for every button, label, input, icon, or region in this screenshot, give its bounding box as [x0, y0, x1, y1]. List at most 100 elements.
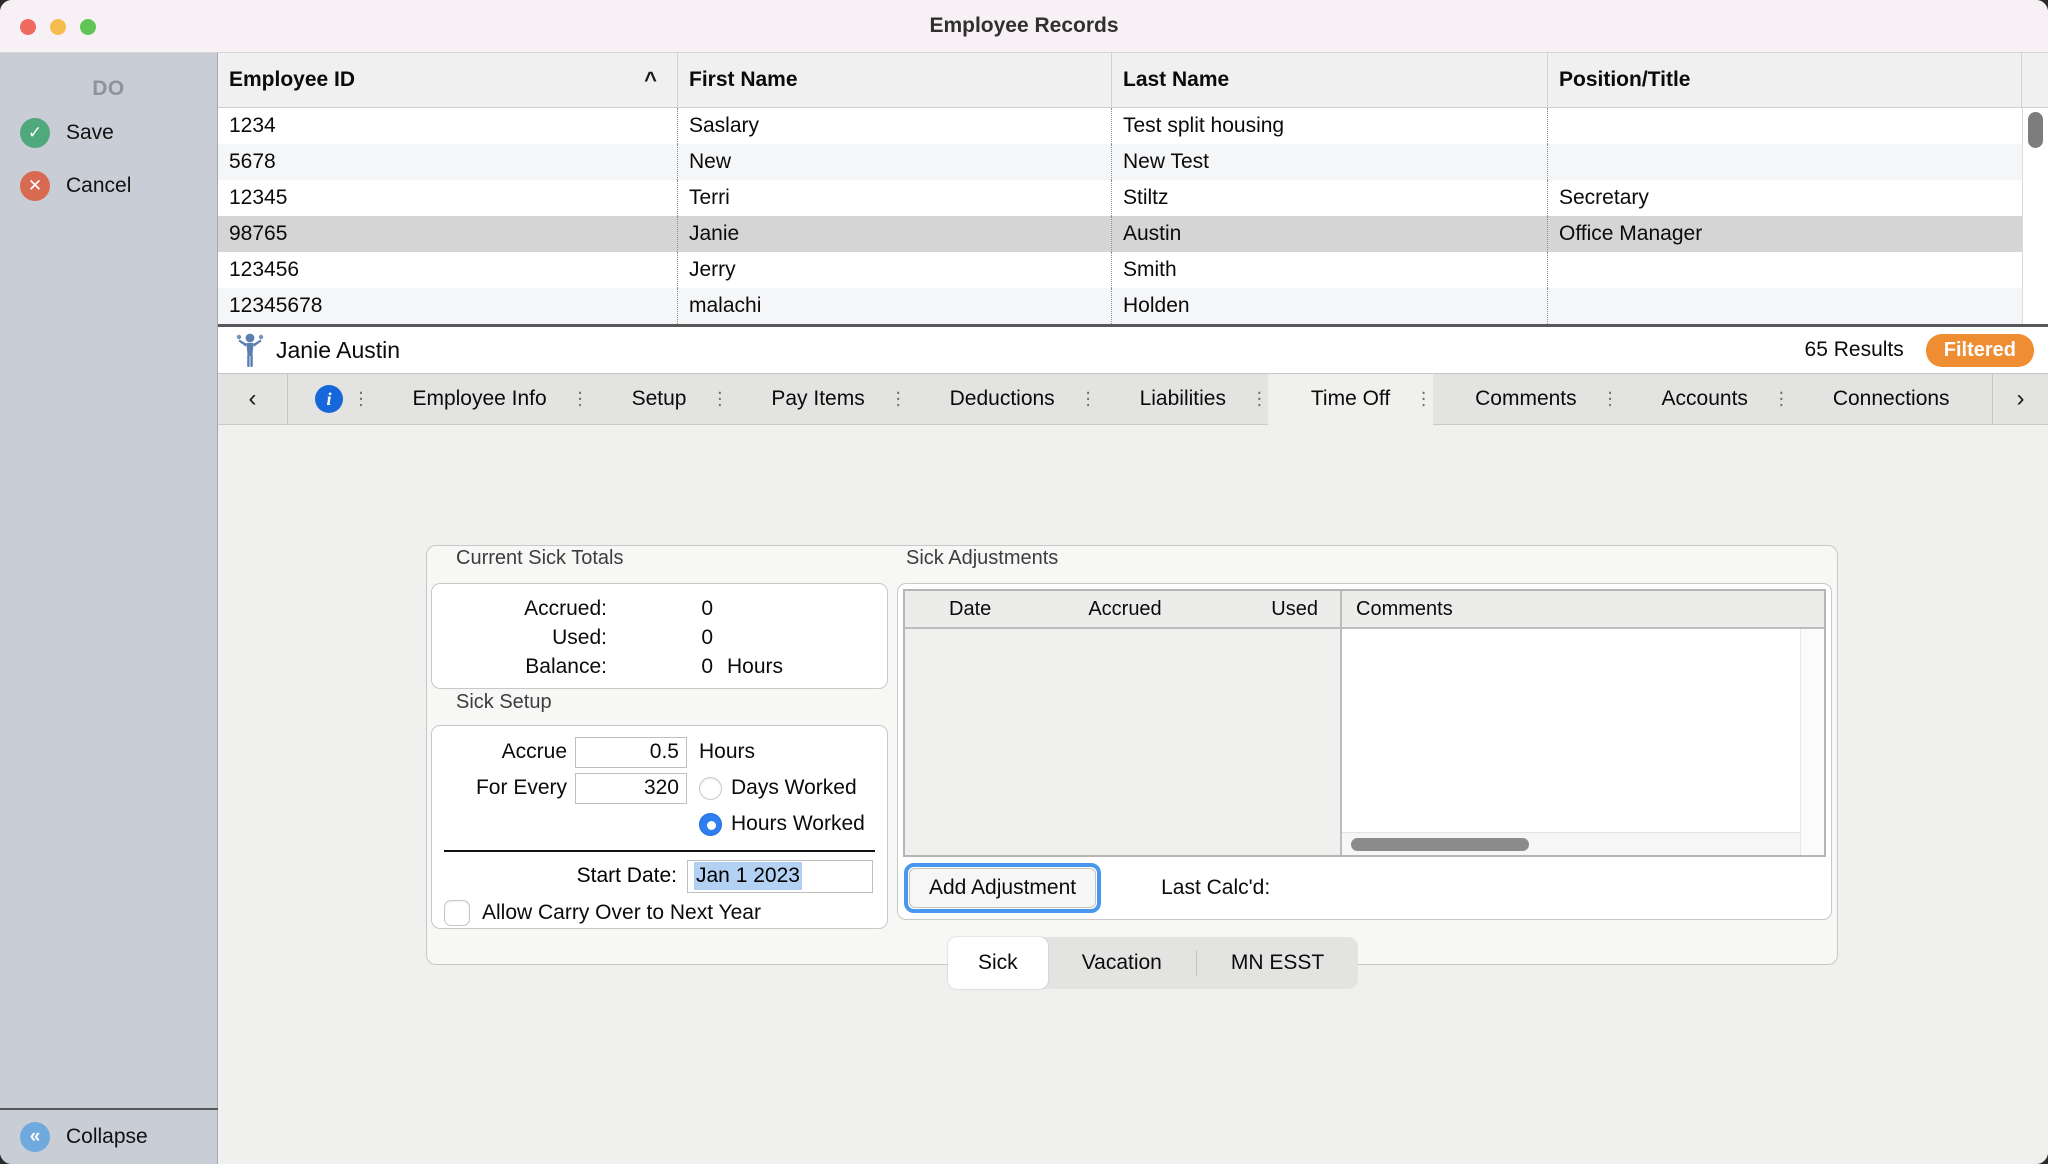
employee-records-window: Employee Records DO ✓ Save ✕ Cancel « Co…: [0, 0, 2048, 1164]
cell-position: Secretary: [1559, 186, 1649, 209]
carry-over-label: Allow Carry Over to Next Year: [482, 901, 761, 924]
table-row[interactable]: 5678 New New Test: [218, 144, 2048, 180]
results-count: 65 Results: [1804, 338, 1904, 361]
start-date-input[interactable]: Jan 1 2023: [687, 859, 873, 893]
person-icon: [236, 333, 264, 367]
cell-first-name: New: [678, 144, 1112, 180]
hours-worked-radio[interactable]: [699, 812, 722, 836]
employee-table-header: Employee ID ^ First Name Last Name Posit…: [218, 53, 2048, 108]
sidebar: DO ✓ Save ✕ Cancel « Collapse: [0, 53, 218, 1164]
cell-position: [1548, 288, 2022, 324]
record-bar: Janie Austin 65 Results Filtered: [218, 327, 2048, 374]
collapse-label: Collapse: [66, 1125, 148, 1148]
accrue-input[interactable]: 0.5: [575, 736, 687, 768]
employee-table: Employee ID ^ First Name Last Name Posit…: [218, 53, 2048, 324]
adj-column-accrued[interactable]: Accrued: [1055, 598, 1195, 621]
adjustments-comments-area[interactable]: [1342, 629, 1800, 855]
carry-over-checkbox[interactable]: [444, 900, 470, 926]
save-label: Save: [66, 121, 114, 144]
tab-deductions[interactable]: Deductions ⋮: [907, 374, 1098, 424]
cell-employee-id: 12345: [218, 180, 678, 216]
cell-employee-id: 1234: [218, 108, 678, 144]
tab-comments[interactable]: Comments ⋮: [1433, 374, 1619, 424]
cell-last-name: Holden: [1112, 288, 1548, 324]
tab-employee-info[interactable]: Employee Info ⋮: [370, 374, 589, 424]
add-adjustment-focus-ring: Add Adjustment: [904, 863, 1102, 913]
save-button[interactable]: ✓ Save: [0, 111, 218, 155]
adj-column-date[interactable]: Date: [905, 598, 1055, 621]
tab-separator: ⋮: [710, 388, 729, 409]
tab-separator: ⋮: [1414, 388, 1433, 409]
current-sick-totals-box: Accrued: 0 Used: 0 Balance: 0 Hours: [431, 583, 888, 689]
column-header-first-name[interactable]: First Name: [678, 53, 1112, 107]
setup-divider: [444, 850, 875, 852]
add-adjustment-button[interactable]: Add Adjustment: [909, 868, 1097, 908]
tab-accounts[interactable]: Accounts ⋮: [1619, 374, 1791, 424]
sick-adjustments-box: Date Accrued Used Comments Add Adjustmen…: [897, 583, 1832, 920]
tab-mn-esst[interactable]: MN ESST: [1197, 937, 1358, 989]
cell-position: Office Manager: [1559, 222, 1703, 245]
table-row[interactable]: 12345 Terri Stiltz Secretary: [218, 180, 2048, 216]
cell-employee-id: 98765: [218, 216, 678, 252]
tab-time-off[interactable]: Time Off ⋮: [1268, 374, 1433, 425]
tab-separator: ⋮: [1772, 388, 1791, 409]
tab-connections[interactable]: Connections: [1790, 374, 1992, 424]
cell-employee-id: 5678: [218, 144, 678, 180]
start-date-label: Start Date:: [576, 864, 677, 887]
adj-column-comments[interactable]: Comments: [1342, 591, 1824, 627]
current-sick-totals-title: Current Sick Totals: [456, 547, 624, 569]
start-date-selected-text: Jan 1 2023: [694, 862, 802, 890]
tab-separator: ⋮: [1079, 388, 1098, 409]
column-header-last-name[interactable]: Last Name: [1112, 53, 1548, 107]
tab-info[interactable]: i ⋮: [288, 374, 370, 424]
sick-setup-box: Accrue 0.5 Hours For Every 320 Days Work…: [431, 725, 888, 929]
scrollbar-thumb[interactable]: [2028, 112, 2043, 148]
tab-sick[interactable]: Sick: [948, 937, 1048, 989]
cell-last-name: Smith: [1112, 252, 1548, 288]
for-every-label: For Every: [475, 776, 567, 799]
comments-horizontal-scrollbar[interactable]: [1342, 832, 1800, 855]
table-row[interactable]: 1234 Saslary Test split housing: [218, 108, 2048, 144]
cell-last-name: Test split housing: [1112, 108, 1548, 144]
tab-separator: ⋮: [889, 388, 908, 409]
cell-position: [1548, 144, 2022, 180]
tab-liabilities[interactable]: Liabilities ⋮: [1097, 374, 1269, 424]
cell-last-name: Austin: [1112, 216, 1548, 252]
scrollbar-thumb[interactable]: [1351, 838, 1529, 851]
accrue-label: Accrue: [501, 740, 567, 763]
tab-setup[interactable]: Setup ⋮: [589, 374, 729, 424]
for-every-input[interactable]: 320: [575, 772, 687, 804]
sick-adjustments-title: Sick Adjustments: [906, 547, 1059, 569]
table-row[interactable]: 123456 Jerry Smith: [218, 252, 2048, 288]
used-label: Used:: [552, 625, 607, 649]
column-header-employee-id[interactable]: Employee ID ^: [218, 53, 678, 107]
cancel-button[interactable]: ✕ Cancel: [0, 164, 218, 208]
tab-vacation[interactable]: Vacation: [1048, 937, 1196, 989]
days-worked-radio[interactable]: [699, 776, 722, 800]
cell-first-name: malachi: [678, 288, 1112, 324]
tab-pay-items[interactable]: Pay Items ⋮: [729, 374, 907, 424]
tabs-scroll-right-button[interactable]: ›: [1992, 374, 2048, 424]
tab-separator: ⋮: [1601, 388, 1620, 409]
table-vertical-scrollbar[interactable]: [2022, 108, 2048, 324]
tabs-scroll-left-button[interactable]: ‹: [218, 374, 288, 424]
filtered-badge[interactable]: Filtered: [1925, 333, 2034, 367]
record-name: Janie Austin: [276, 336, 401, 363]
table-row-selected[interactable]: 98765 Janie Austin Office Manager: [218, 216, 2048, 252]
comments-vertical-scrollbar[interactable]: [1800, 629, 1824, 855]
balance-suffix: Hours: [727, 654, 784, 678]
column-header-position-title[interactable]: Position/Title: [1548, 53, 2022, 107]
x-icon: ✕: [20, 171, 50, 201]
check-icon: ✓: [20, 118, 50, 148]
double-chevron-left-icon: «: [20, 1122, 50, 1152]
hours-worked-label: Hours Worked: [731, 812, 865, 835]
collapse-button[interactable]: « Collapse: [0, 1108, 218, 1164]
table-row[interactable]: 12345678 malachi Holden: [218, 288, 2048, 324]
tab-separator: ⋮: [571, 388, 590, 409]
accrued-label: Accrued:: [524, 596, 607, 620]
balance-label: Balance:: [525, 654, 607, 678]
adjustments-table: Date Accrued Used Comments: [903, 589, 1826, 857]
adj-column-used[interactable]: Used: [1195, 598, 1340, 621]
cell-first-name: Saslary: [678, 108, 1112, 144]
time-off-panel: Current Sick Totals Accrued: 0 Used: 0 B…: [218, 425, 2048, 1164]
